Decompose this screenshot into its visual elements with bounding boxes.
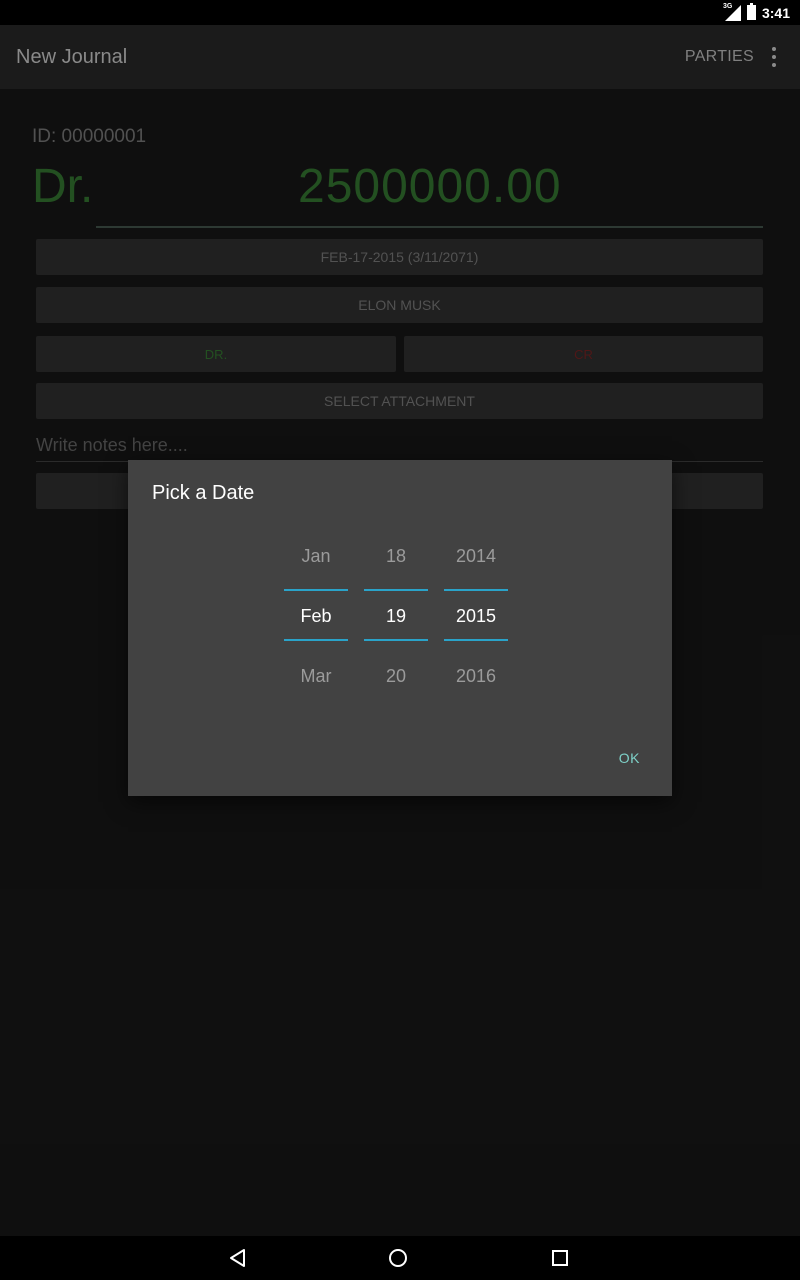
day-next[interactable]: 20 xyxy=(364,666,428,687)
battery-icon xyxy=(746,3,756,20)
month-divider-bottom xyxy=(284,639,348,641)
dialog-title: Pick a Date xyxy=(152,482,255,504)
back-icon[interactable] xyxy=(226,1246,250,1270)
year-prev[interactable]: 2014 xyxy=(444,546,508,567)
month-selected[interactable]: Feb xyxy=(284,606,348,627)
day-divider-top xyxy=(364,589,428,591)
status-time: 3:41 xyxy=(761,4,790,21)
app-title: New Journal xyxy=(16,45,128,68)
signal-icon: 3G xyxy=(722,2,741,21)
status-bar: 3G 3:41 xyxy=(0,0,800,25)
overflow-menu-icon[interactable] xyxy=(766,47,782,67)
day-picker[interactable]: 18 19 20 xyxy=(364,532,428,712)
year-divider-top xyxy=(444,589,508,591)
day-divider-bottom xyxy=(364,639,428,641)
ok-button[interactable]: OK xyxy=(619,750,640,766)
day-selected[interactable]: 19 xyxy=(364,606,428,627)
day-prev[interactable]: 18 xyxy=(364,546,428,567)
parties-button[interactable]: PARTIES xyxy=(685,48,754,66)
month-picker[interactable]: Jan Feb Mar xyxy=(284,532,348,712)
year-next[interactable]: 2016 xyxy=(444,666,508,687)
home-icon[interactable] xyxy=(386,1246,410,1270)
year-selected[interactable]: 2015 xyxy=(444,606,508,627)
month-divider-top xyxy=(284,589,348,591)
recents-icon[interactable] xyxy=(548,1246,572,1270)
network-type-label: 3G xyxy=(722,2,733,10)
month-prev[interactable]: Jan xyxy=(284,546,348,567)
month-next[interactable]: Mar xyxy=(284,666,348,687)
date-picker-dialog: Pick a Date Jan Feb Mar 18 19 20 2014 20… xyxy=(128,460,672,796)
navigation-bar xyxy=(0,1236,800,1280)
app-bar: New Journal PARTIES xyxy=(0,25,800,89)
year-divider-bottom xyxy=(444,639,508,641)
year-picker[interactable]: 2014 2015 2016 xyxy=(444,532,508,712)
